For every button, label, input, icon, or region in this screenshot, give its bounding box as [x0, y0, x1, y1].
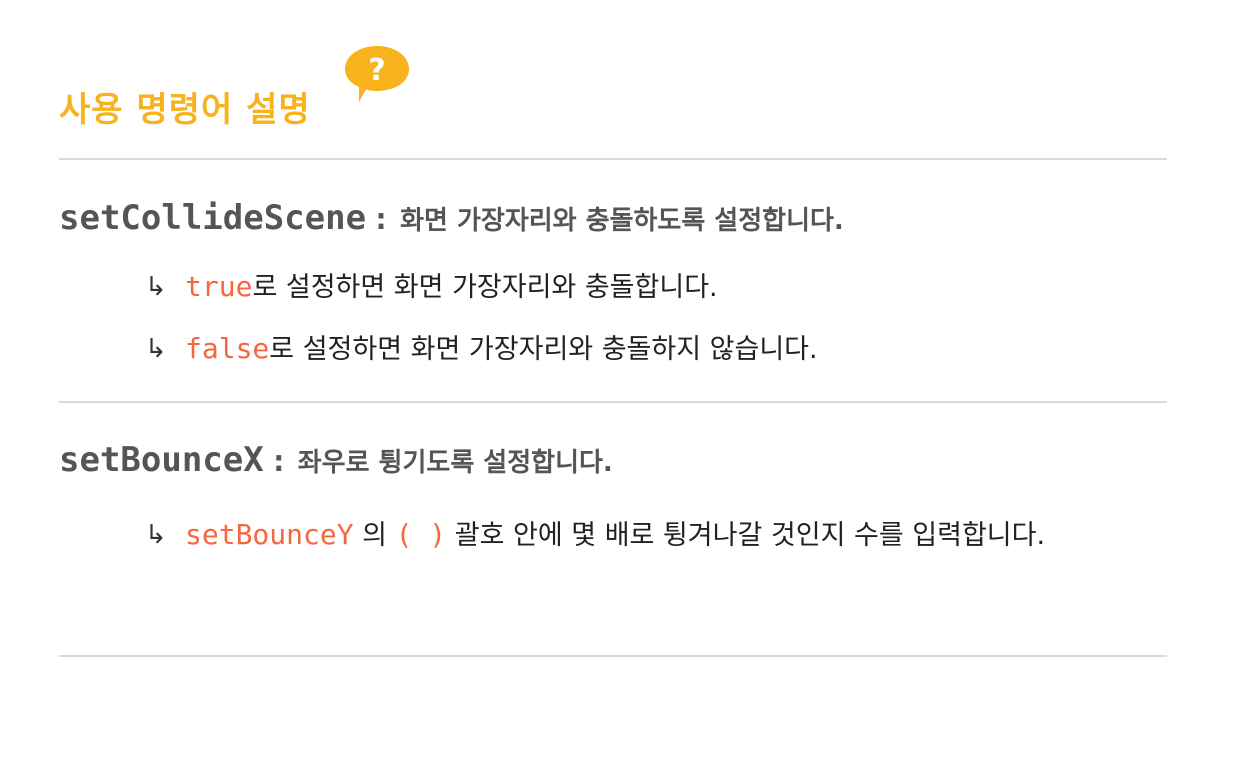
command-heading-setbouncex: setBounceX : 좌우로 튕기도록 설정합니다. [59, 440, 613, 480]
command-description: 좌우로 튕기도록 설정합니다. [297, 448, 613, 478]
command-name: setCollideScene [59, 198, 367, 238]
divider [59, 158, 1167, 160]
command-colon: : [372, 202, 391, 237]
command-colon: : [269, 444, 288, 479]
command-heading-setcollidescene: setCollideScene : 화면 가장자리와 충돌하도록 설정합니다. [59, 198, 844, 238]
code-parentheses: ( ) [395, 518, 447, 551]
divider [59, 401, 1167, 403]
bullet-item: ↳ setBounceY 의 ( ) 괄호 안에 몇 배로 튕겨나갈 것인지 수… [145, 511, 1135, 560]
help-badge-text: ? [368, 53, 385, 88]
return-arrow-icon: ↳ [145, 272, 167, 302]
section-header: 사용 명령어 설명 ? [59, 44, 659, 134]
bullet-text: setBounceY 의 ( ) 괄호 안에 몇 배로 튕겨나갈 것인지 수를 … [185, 511, 1135, 560]
code-setbouncey: setBounceY [185, 518, 354, 551]
bullet-text: true로 설정하면 화면 가장자리와 충돌합니다. [185, 263, 1135, 312]
bullet-item: ↳ true로 설정하면 화면 가장자리와 충돌합니다. [145, 263, 1135, 312]
bullet-item: ↳ false로 설정하면 화면 가장자리와 충돌하지 않습니다. [145, 325, 1135, 374]
return-arrow-icon: ↳ [145, 520, 167, 550]
bullet-text-body: 로 설정하면 화면 가장자리와 충돌하지 않습니다. [269, 334, 818, 365]
section-title: 사용 명령어 설명 [59, 90, 311, 130]
page: 사용 명령어 설명 ? setCollideScene : 화면 가장자리와 충… [0, 0, 1236, 757]
bullet-text: false로 설정하면 화면 가장자리와 충돌하지 않습니다. [185, 325, 1135, 374]
code-false: false [185, 332, 270, 365]
command-name: setBounceX [59, 440, 264, 480]
bullet-text-mid: 의 [353, 520, 396, 551]
command-description: 화면 가장자리와 충돌하도록 설정합니다. [400, 206, 844, 236]
divider [59, 655, 1167, 657]
code-true: true [185, 270, 253, 303]
bullet-text-body: 괄호 안에 몇 배로 튕겨나갈 것인지 수를 입력합니다. [446, 520, 1046, 551]
question-bubble-icon: ? [345, 46, 409, 102]
return-arrow-icon: ↳ [145, 334, 167, 364]
bullet-text-body: 로 설정하면 화면 가장자리와 충돌합니다. [252, 272, 718, 303]
